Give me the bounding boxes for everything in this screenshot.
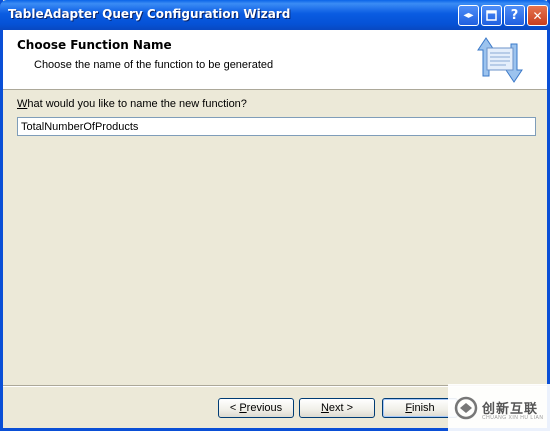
label-text: hat would you like to name the new funct… (27, 98, 247, 110)
close-button[interactable]: ✕ (527, 5, 548, 26)
watermark-logo-icon (454, 396, 478, 420)
previous-button[interactable]: < Previous (218, 398, 294, 418)
wizard-window: TableAdapter Query Configuration Wizard … (0, 0, 550, 431)
finish-button[interactable]: Finish (382, 398, 458, 418)
close-icon: ✕ (532, 8, 543, 23)
help-button[interactable]: ? (504, 5, 525, 26)
previous-access-key: P (239, 402, 247, 414)
watermark-subtext: CHUANG XIN HU LIAN (482, 415, 544, 421)
wizard-graphic-icon (477, 37, 523, 83)
help-icon: ? (510, 8, 519, 23)
previous-label: revious (246, 402, 283, 414)
label-access-key: W (17, 98, 28, 110)
window-title: TableAdapter Query Configuration Wizard (8, 7, 291, 21)
restore-icon (486, 10, 497, 21)
function-name-input[interactable] (17, 117, 536, 136)
watermark: 创新互联 CHUANG XIN HU LIAN (448, 384, 550, 431)
finish-access-key: F (405, 402, 413, 414)
finish-label: inish (412, 402, 435, 414)
next-button[interactable]: Next > (299, 398, 375, 418)
page-subtitle: Choose the name of the function to be ge… (34, 59, 274, 71)
resize-arrows-icon: ◂▸ (463, 10, 474, 21)
wizard-header: Choose Function Name Choose the name of … (3, 30, 547, 90)
title-bar[interactable]: TableAdapter Query Configuration Wizard … (0, 0, 550, 30)
resize-arrows-button[interactable]: ◂▸ (458, 5, 479, 26)
function-name-label: What would you like to name the new func… (17, 98, 247, 110)
next-label: ext > (328, 402, 354, 414)
previous-prefix: < (229, 402, 240, 414)
next-access-key: N (320, 402, 329, 414)
restore-button[interactable] (481, 5, 502, 26)
page-title: Choose Function Name (17, 38, 172, 52)
